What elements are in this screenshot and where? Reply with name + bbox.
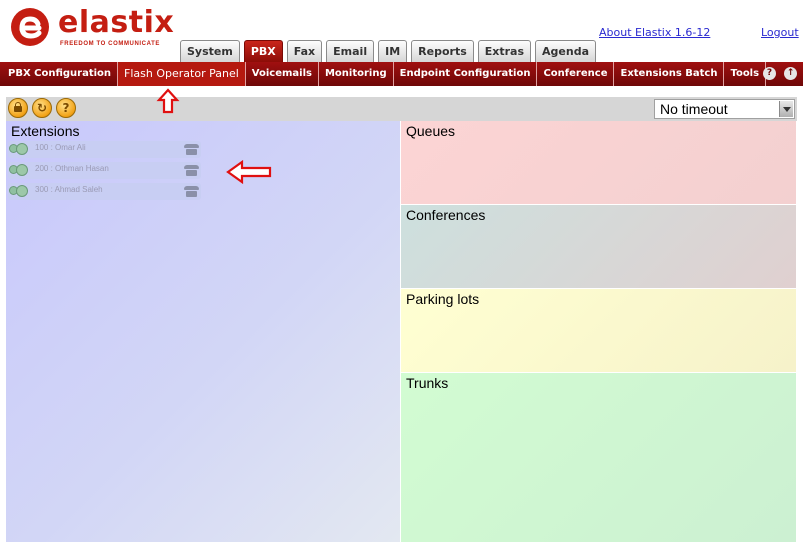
- submenu-endpoint-configuration[interactable]: Endpoint Configuration: [394, 62, 538, 86]
- app-header: elastix FREEDOM TO COMMUNICATE System PB…: [0, 0, 803, 62]
- status-icon: [9, 164, 31, 176]
- chevron-down-icon[interactable]: [779, 101, 793, 117]
- parking-lots-panel: Parking lots: [401, 289, 796, 372]
- tab-email[interactable]: Email: [326, 40, 375, 62]
- submenu-monitoring[interactable]: Monitoring: [319, 62, 394, 86]
- submenu-conference[interactable]: Conference: [537, 62, 615, 86]
- about-link[interactable]: About Elastix 1.6-12: [599, 26, 710, 39]
- conferences-title: Conferences: [406, 207, 486, 223]
- phone-icon[interactable]: [184, 186, 199, 197]
- submenu-pbx-configuration[interactable]: PBX Configuration: [0, 62, 119, 86]
- conferences-panel: Conferences: [401, 205, 796, 288]
- queues-panel: Queues: [401, 121, 796, 204]
- submenu-flash-operator-panel[interactable]: Flash Operator Panel: [118, 62, 246, 86]
- timeout-value: No timeout: [660, 101, 728, 117]
- tab-im[interactable]: IM: [378, 40, 408, 62]
- refresh-button[interactable]: ↻: [32, 98, 52, 118]
- phone-icon[interactable]: [184, 165, 199, 176]
- extension-label: 200 : Othman Hasan: [35, 164, 109, 173]
- tab-agenda[interactable]: Agenda: [535, 40, 596, 62]
- annotation-arrow-up-icon: [156, 88, 180, 114]
- tab-extras[interactable]: Extras: [477, 40, 532, 62]
- pbx-submenu: PBX Configuration Flash Operator Panel V…: [0, 62, 803, 86]
- tab-system[interactable]: System: [180, 40, 240, 62]
- submenu-extensions-batch[interactable]: Extensions Batch: [614, 62, 725, 86]
- submenu-tools[interactable]: Tools: [724, 62, 767, 86]
- logout-link[interactable]: Logout: [761, 26, 799, 39]
- operator-panel-toolbar: ↻ ? No timeout: [6, 97, 797, 121]
- elastix-logo[interactable]: elastix FREEDOM TO COMMUNICATE: [8, 3, 178, 53]
- extension-row[interactable]: 200 : Othman Hasan: [8, 162, 201, 179]
- tab-pbx[interactable]: PBX: [243, 40, 283, 62]
- status-icon: [9, 185, 31, 197]
- annotation-arrow-left-icon: [226, 160, 272, 184]
- help-button[interactable]: ?: [56, 98, 76, 118]
- info-icon[interactable]: ↑: [784, 67, 797, 80]
- submenu-icons: ? ↑: [763, 67, 797, 80]
- help-icon: ?: [62, 101, 70, 115]
- tab-reports[interactable]: Reports: [411, 40, 474, 62]
- submenu-voicemails[interactable]: Voicemails: [246, 62, 319, 86]
- status-icon: [9, 143, 31, 155]
- tab-fax[interactable]: Fax: [286, 40, 323, 62]
- main-menu-tabs: System PBX Fax Email IM Reports Extras A…: [180, 39, 596, 62]
- extension-label: 100 : Omar Ali: [35, 143, 86, 152]
- trunks-title: Trunks: [406, 375, 449, 391]
- extensions-title: Extensions: [11, 123, 80, 139]
- queues-title: Queues: [406, 123, 456, 139]
- help-icon[interactable]: ?: [763, 67, 776, 80]
- trunks-panel: Trunks: [401, 373, 796, 542]
- timeout-select[interactable]: No timeout: [654, 99, 795, 119]
- brand-tagline: FREEDOM TO COMMUNICATE: [60, 41, 160, 47]
- refresh-icon: ↻: [36, 101, 48, 115]
- parking-lots-title: Parking lots: [406, 291, 480, 307]
- extension-row[interactable]: 100 : Omar Ali: [8, 141, 201, 158]
- brand-name: elastix: [58, 5, 175, 40]
- lock-button[interactable]: [8, 98, 28, 118]
- extension-row[interactable]: 300 : Ahmad Saleh: [8, 183, 201, 200]
- extensions-panel: Extensions 100 : Omar Ali 200 : Othman H…: [6, 121, 400, 542]
- phone-icon[interactable]: [184, 144, 199, 155]
- elastix-logo-icon: [11, 8, 49, 46]
- extension-label: 300 : Ahmad Saleh: [35, 185, 103, 194]
